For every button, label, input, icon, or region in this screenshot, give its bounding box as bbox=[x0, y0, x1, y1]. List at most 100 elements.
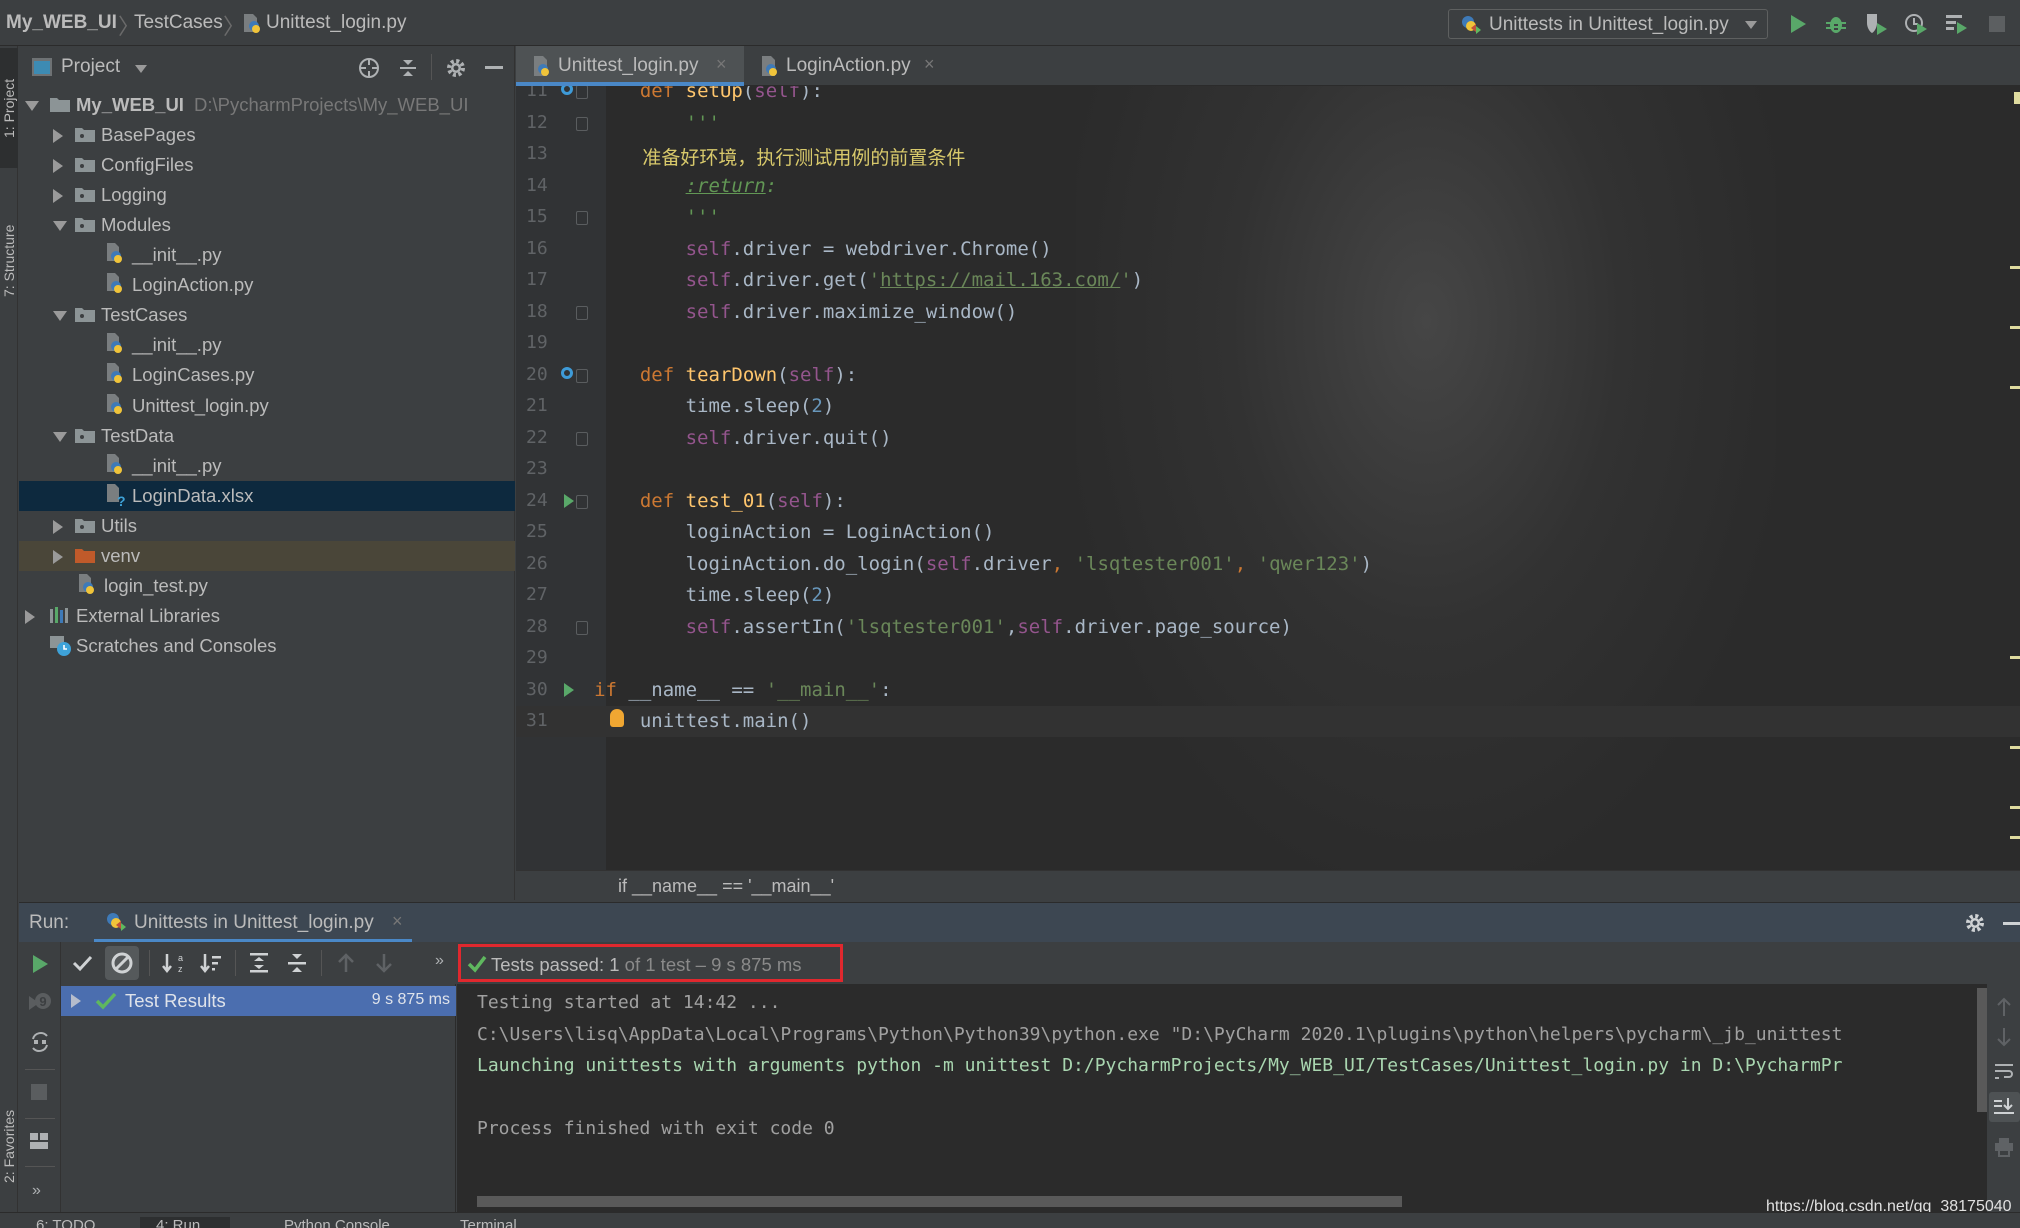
close-icon[interactable]: × bbox=[392, 911, 403, 932]
fold-marker-icon[interactable] bbox=[576, 368, 588, 383]
code-editor[interactable]: 11 def setUp(self): 12 ''' 13 准备好环境，执行测试用例… bbox=[516, 86, 2020, 870]
locate-icon[interactable] bbox=[357, 56, 381, 85]
chevron-down-icon[interactable] bbox=[135, 65, 147, 73]
hide-panel-icon[interactable] bbox=[485, 66, 503, 69]
project-tree-item[interactable]: LoginAction.py bbox=[19, 270, 515, 300]
run-tab[interactable]: Unittests in Unittest_login.py × bbox=[94, 903, 412, 943]
chevron-down-icon[interactable] bbox=[25, 101, 39, 111]
project-tree-item[interactable]: venv bbox=[19, 540, 515, 571]
warning-marker[interactable] bbox=[2010, 746, 2020, 749]
chevron-right-icon[interactable] bbox=[53, 519, 63, 534]
collapse-all-icon[interactable] bbox=[397, 56, 419, 85]
previous-failed-icon[interactable] bbox=[335, 951, 357, 980]
stop-icon[interactable] bbox=[31, 1084, 47, 1100]
override-method-icon[interactable] bbox=[561, 366, 573, 379]
rerun-failed-icon[interactable]: 9 bbox=[27, 990, 53, 1019]
project-tree-item[interactable]: TestData bbox=[19, 421, 515, 451]
tool-window-run[interactable]: 4: Run bbox=[140, 1217, 231, 1228]
tool-window-project[interactable]: 1: Project bbox=[0, 48, 18, 168]
profile-icon[interactable] bbox=[1904, 12, 1928, 36]
project-tree-item[interactable]: ? LoginData.xlsx bbox=[19, 480, 515, 511]
expand-all-icon[interactable] bbox=[247, 951, 271, 980]
breadcrumb-file[interactable]: Unittest_login.py bbox=[266, 12, 406, 34]
chevron-right-icon[interactable] bbox=[53, 549, 63, 564]
project-tree-item[interactable]: login_test.py bbox=[19, 571, 515, 601]
console-vertical-scrollbar[interactable] bbox=[1977, 988, 1987, 1112]
tool-window-structure[interactable]: 7: Structure bbox=[0, 186, 18, 336]
warning-marker[interactable] bbox=[2010, 266, 2020, 269]
soft-wrap-icon[interactable] bbox=[1993, 1062, 2015, 1087]
run-console-output[interactable]: Testing started at 14:42 ... C:\Users\lis… bbox=[457, 984, 1987, 1212]
fold-marker-icon[interactable] bbox=[576, 116, 588, 131]
console-horizontal-scrollbar[interactable] bbox=[477, 1196, 1402, 1207]
test-results-row[interactable]: Test Results 9 s 875 ms bbox=[61, 986, 456, 1016]
rerun-icon[interactable] bbox=[29, 952, 51, 981]
project-tree-item[interactable]: Modules bbox=[19, 210, 515, 240]
chevron-down-icon[interactable] bbox=[53, 221, 67, 232]
scroll-to-end-icon[interactable] bbox=[1989, 1092, 2020, 1122]
gear-icon[interactable] bbox=[444, 56, 468, 85]
tool-window-python-console[interactable]: Python Console bbox=[284, 1217, 390, 1228]
editor-breadcrumb-item[interactable]: if __name__ == '__main__' bbox=[618, 876, 834, 897]
collapse-all-icon[interactable] bbox=[285, 951, 309, 980]
editor-tab-unittest-login[interactable]: Unittest_login.py × bbox=[516, 46, 744, 86]
chevron-right-icon[interactable] bbox=[25, 609, 35, 624]
coverage-icon[interactable] bbox=[1864, 12, 1888, 36]
restore-layout-icon[interactable] bbox=[29, 1132, 49, 1155]
project-tree-item[interactable]: Utils bbox=[19, 511, 515, 541]
warning-marker[interactable] bbox=[2010, 326, 2020, 329]
run-test-icon[interactable] bbox=[564, 682, 574, 697]
project-tree-item[interactable]: Logging bbox=[19, 180, 515, 210]
project-tree-item[interactable]: TestCases bbox=[19, 300, 515, 330]
fold-marker-icon[interactable] bbox=[576, 305, 588, 320]
chevron-right-icon[interactable] bbox=[71, 994, 81, 1008]
chevron-right-icon[interactable] bbox=[53, 159, 63, 174]
breadcrumb-project[interactable]: My_WEB_UI bbox=[6, 12, 117, 34]
warning-marker[interactable] bbox=[2010, 656, 2020, 659]
override-method-icon[interactable] bbox=[561, 86, 573, 95]
sort-alphabetically-icon[interactable]: az bbox=[161, 951, 185, 980]
chevron-down-icon[interactable] bbox=[53, 431, 67, 442]
editor-tab-login-action[interactable]: LoginAction.py × bbox=[746, 46, 946, 86]
project-panel-title[interactable]: Project bbox=[61, 56, 120, 78]
project-tree-item[interactable]: My_WEB_UI D:\PycharmProjects\My_WEB_UI bbox=[19, 90, 515, 120]
project-tree-item[interactable]: LoginCases.py bbox=[19, 360, 515, 390]
chevron-down-icon[interactable] bbox=[53, 311, 67, 322]
chevron-right-icon[interactable] bbox=[53, 189, 63, 204]
run-configuration-select[interactable]: Unittests in Unittest_login.py bbox=[1448, 9, 1768, 39]
show-passed-icon[interactable] bbox=[71, 952, 93, 979]
stop-icon[interactable] bbox=[1986, 12, 2010, 36]
warning-marker[interactable] bbox=[2010, 836, 2020, 839]
project-tree-item[interactable]: __init__.py bbox=[19, 451, 515, 481]
project-tree-item[interactable]: Unittest_login.py bbox=[19, 391, 515, 421]
breadcrumb-folder[interactable]: TestCases bbox=[134, 12, 223, 34]
fold-marker-icon[interactable] bbox=[576, 494, 588, 509]
fold-marker-icon[interactable] bbox=[576, 620, 588, 635]
tool-window-favorites[interactable]: 2: Favorites bbox=[0, 1086, 18, 1206]
run-icon[interactable] bbox=[1786, 12, 1810, 36]
arrow-up-icon[interactable] bbox=[1995, 996, 2013, 1023]
lightbulb-icon[interactable] bbox=[610, 709, 624, 727]
warning-marker[interactable] bbox=[2010, 806, 2020, 809]
close-icon[interactable]: × bbox=[716, 54, 727, 75]
warning-marker[interactable] bbox=[2010, 386, 2020, 389]
project-tree-item[interactable]: ConfigFiles bbox=[19, 150, 515, 180]
more-icon[interactable]: » bbox=[435, 952, 444, 970]
more-icon[interactable]: » bbox=[32, 1182, 41, 1200]
show-ignored-icon[interactable] bbox=[105, 946, 139, 980]
tool-window-todo[interactable]: 6: TODO bbox=[36, 1217, 95, 1228]
project-tree-item[interactable]: __init__.py bbox=[19, 240, 515, 270]
fold-marker-icon[interactable] bbox=[576, 431, 588, 446]
print-icon[interactable] bbox=[1993, 1136, 2015, 1163]
project-tree-item[interactable]: External Libraries bbox=[19, 601, 515, 631]
project-tree-item[interactable]: __init__.py bbox=[19, 330, 515, 360]
project-tree-item[interactable]: Scratches and Consoles bbox=[19, 631, 515, 661]
project-tree-item[interactable]: BasePages bbox=[19, 120, 515, 150]
run-test-icon[interactable] bbox=[564, 493, 574, 508]
next-failed-icon[interactable] bbox=[373, 951, 395, 980]
sort-by-duration-icon[interactable] bbox=[199, 951, 223, 980]
fold-marker-icon[interactable] bbox=[576, 211, 588, 225]
arrow-down-icon[interactable] bbox=[1995, 1026, 2013, 1053]
chevron-right-icon[interactable] bbox=[53, 129, 63, 144]
debug-icon[interactable] bbox=[1824, 12, 1848, 36]
